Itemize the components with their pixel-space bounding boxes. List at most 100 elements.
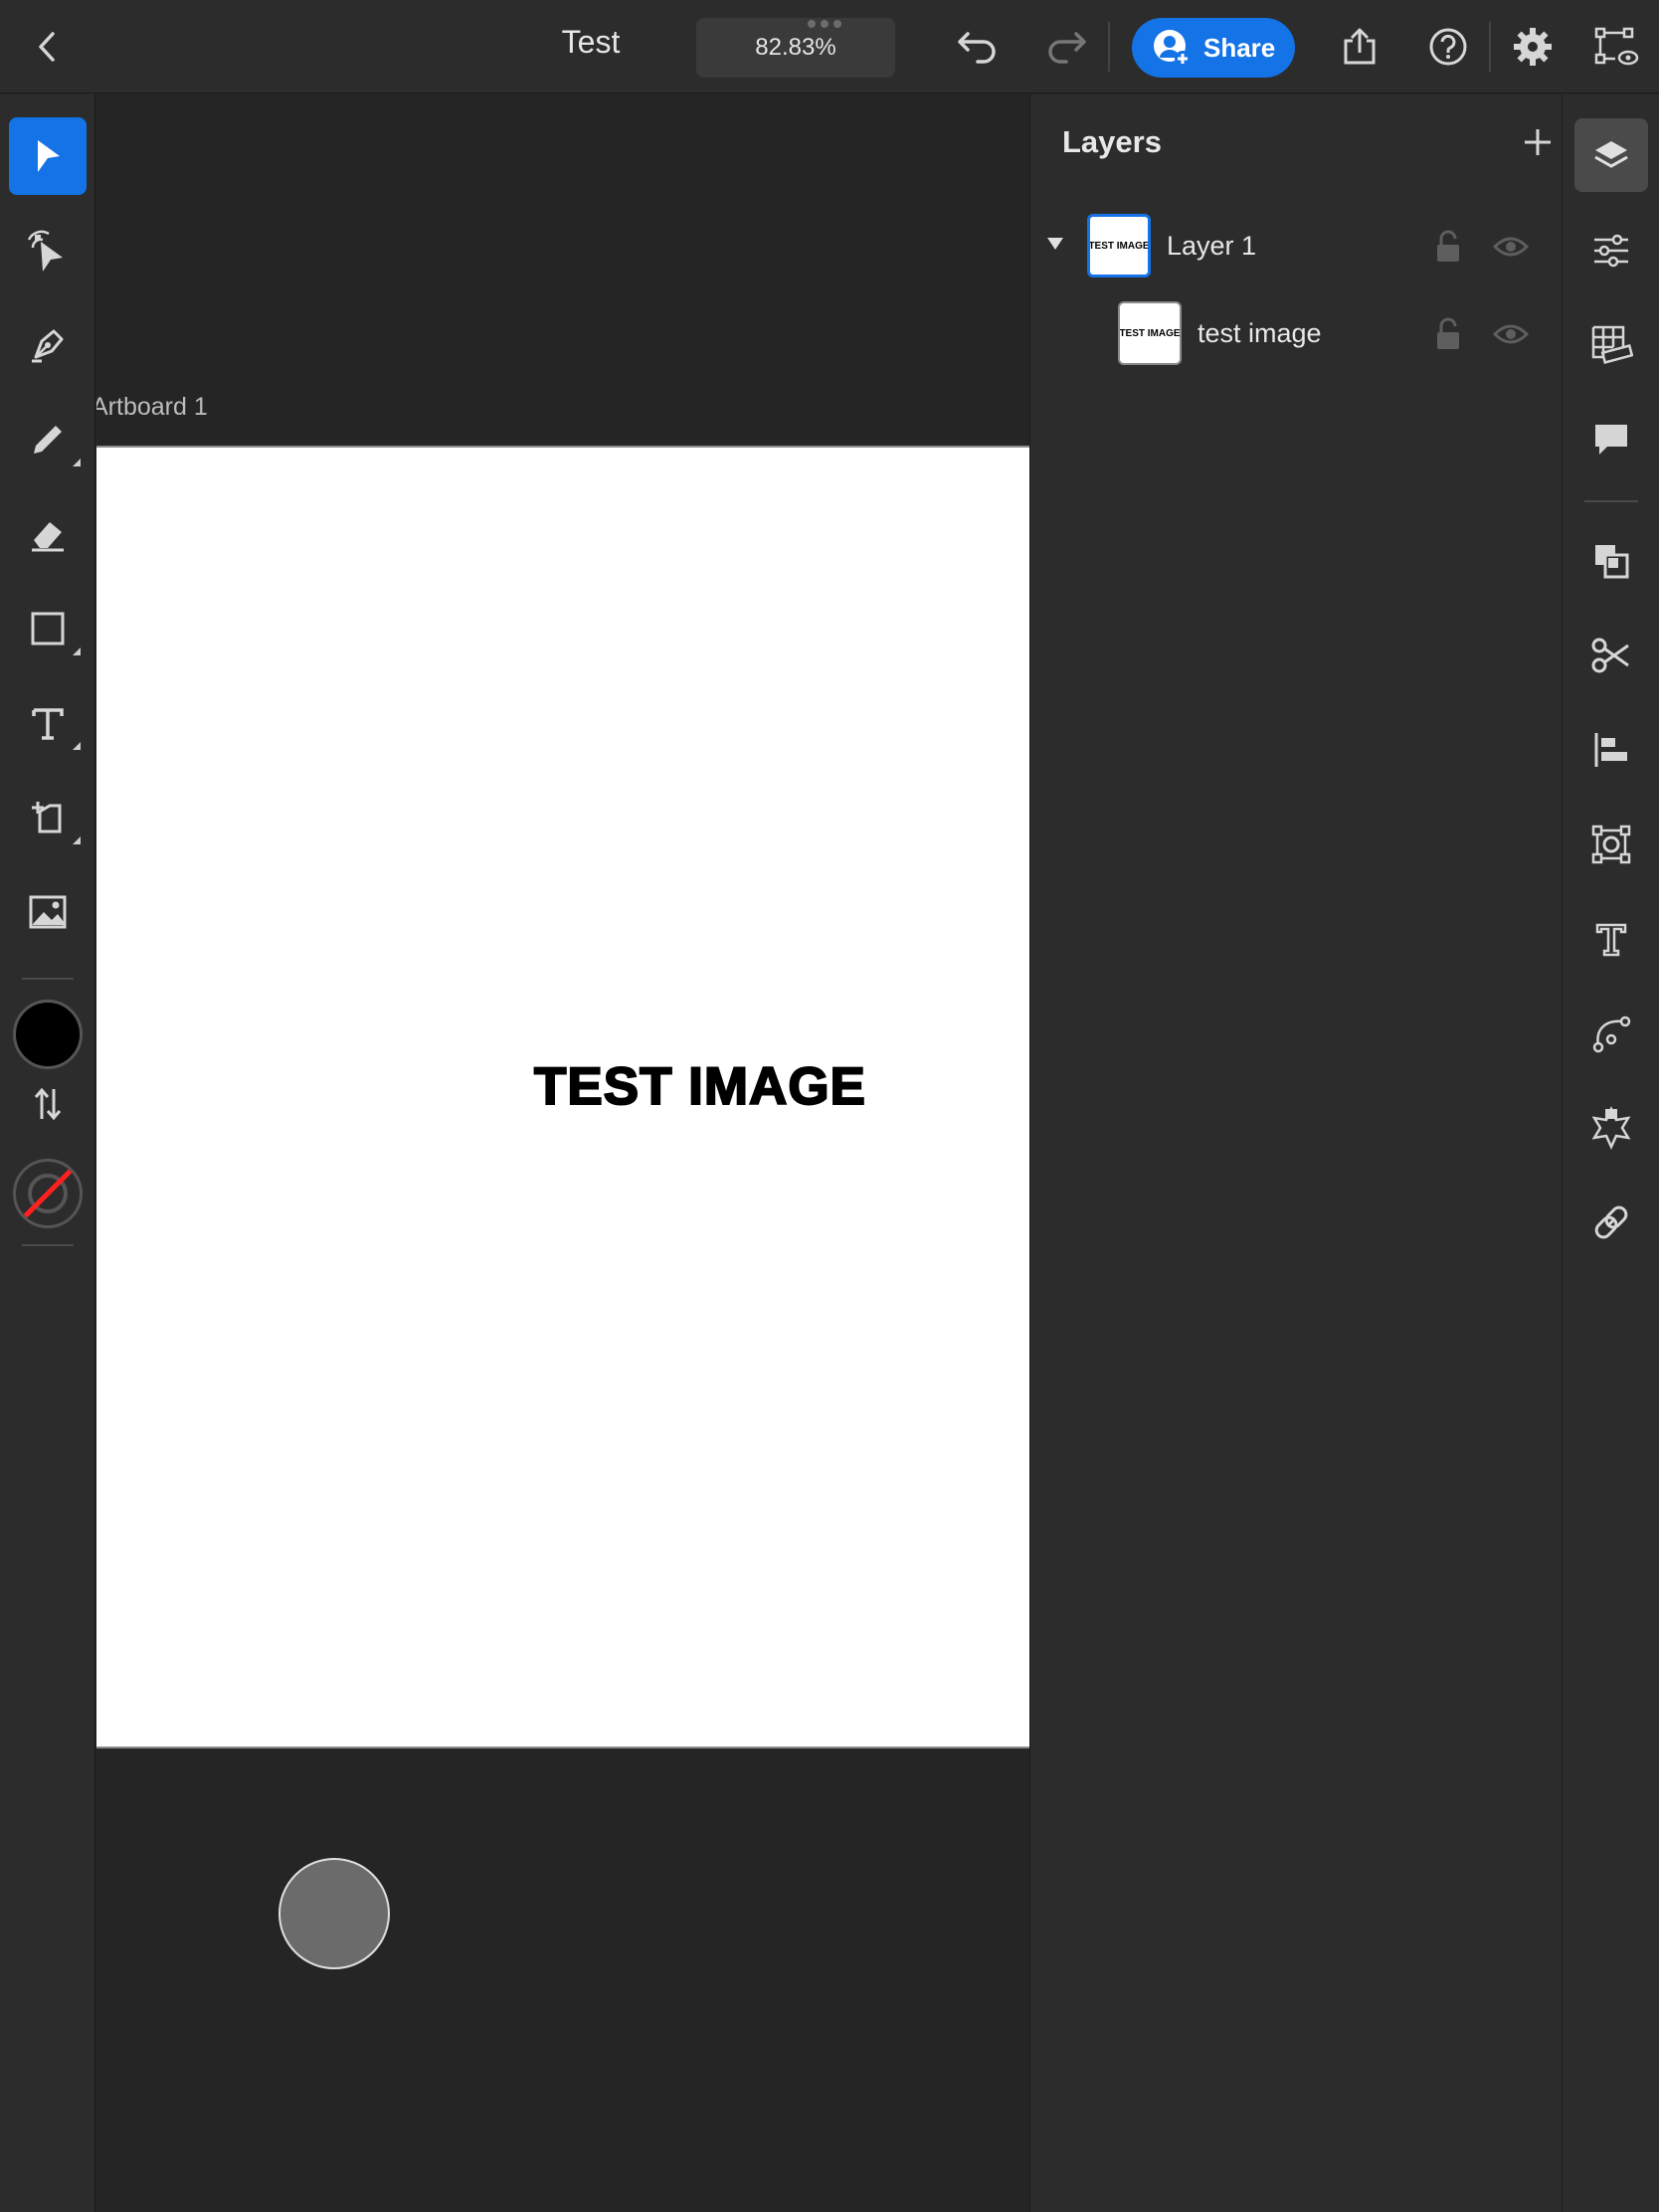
left-toolbar bbox=[0, 94, 95, 2212]
links-panel-button[interactable] bbox=[1574, 1186, 1648, 1259]
canvas-area[interactable]: Artboard 1 TEST IMAGE bbox=[96, 94, 1029, 2212]
redo-button[interactable] bbox=[1036, 17, 1096, 77]
path-panel-button[interactable] bbox=[1574, 997, 1648, 1070]
panel-title: Layers bbox=[1062, 124, 1162, 159]
layers-icon bbox=[1594, 141, 1628, 168]
document-title[interactable]: Test bbox=[517, 24, 664, 61]
layer-thumbnail: TEST IMAGE bbox=[1118, 301, 1182, 365]
settings-button[interactable] bbox=[1503, 17, 1563, 77]
no-stroke-icon bbox=[20, 1166, 76, 1221]
help-button[interactable] bbox=[1418, 17, 1478, 77]
eraser-icon bbox=[32, 522, 64, 552]
layer-row[interactable]: TEST IMAGE test image bbox=[1030, 298, 1563, 368]
fill-color-swatch[interactable] bbox=[13, 1000, 83, 1069]
type-tool[interactable] bbox=[9, 684, 87, 762]
eye-icon bbox=[1493, 324, 1529, 344]
layer-name[interactable]: Layer 1 bbox=[1167, 231, 1256, 262]
share-button[interactable]: Share bbox=[1132, 18, 1295, 78]
export-button[interactable] bbox=[1330, 17, 1389, 77]
arrow-pointer-icon bbox=[38, 140, 60, 172]
eraser-tool[interactable] bbox=[9, 495, 87, 573]
image-icon bbox=[29, 895, 67, 929]
properties-panel-button[interactable] bbox=[1574, 214, 1648, 287]
pen-tool[interactable] bbox=[9, 306, 87, 384]
scissors-icon bbox=[1591, 638, 1629, 673]
disclosure-triangle-icon[interactable] bbox=[1045, 236, 1065, 252]
submenu-indicator bbox=[73, 647, 81, 655]
zoom-level[interactable]: 82.83% bbox=[696, 18, 895, 78]
artboard-image-text[interactable]: TEST IMAGE bbox=[533, 1056, 866, 1117]
repeat-grid-button[interactable] bbox=[1574, 808, 1648, 881]
effects-panel-button[interactable] bbox=[1574, 1091, 1648, 1165]
toolbar-separator bbox=[22, 1244, 74, 1246]
submenu-indicator bbox=[73, 459, 81, 466]
align-left-icon bbox=[1594, 733, 1627, 767]
transform-icon bbox=[32, 802, 62, 833]
rectangle-tool[interactable] bbox=[9, 590, 87, 667]
visibility-toggle[interactable] bbox=[1493, 229, 1529, 265]
cut-panel-button[interactable] bbox=[1574, 619, 1648, 692]
layers-panel-button[interactable] bbox=[1574, 118, 1648, 192]
layer-name[interactable]: test image bbox=[1198, 318, 1322, 349]
toolbar-divider bbox=[1489, 22, 1491, 72]
back-button[interactable] bbox=[18, 17, 78, 77]
artboard-label[interactable]: Artboard 1 bbox=[96, 393, 208, 422]
submenu-indicator bbox=[73, 836, 81, 844]
visibility-toggle[interactable] bbox=[1493, 316, 1529, 352]
lock-toggle[interactable] bbox=[1430, 316, 1466, 352]
unlock-icon bbox=[1437, 230, 1459, 262]
direct-selection-icon bbox=[27, 230, 63, 272]
rail-separator bbox=[1584, 500, 1638, 502]
swap-arrows-icon bbox=[34, 1087, 62, 1121]
type-t-icon bbox=[32, 708, 64, 740]
redo-icon bbox=[1048, 32, 1086, 64]
path-view-icon bbox=[1594, 27, 1639, 66]
gear-icon bbox=[1514, 28, 1552, 66]
toolbar-divider bbox=[1108, 22, 1110, 72]
pencil-icon bbox=[34, 426, 62, 454]
arrange-icon bbox=[1595, 545, 1629, 579]
top-bar: Test 82.83% Share bbox=[0, 0, 1659, 93]
chevron-left-icon bbox=[39, 32, 55, 62]
selection-tool[interactable] bbox=[9, 117, 87, 195]
grabber-handle[interactable] bbox=[808, 20, 841, 28]
plus-icon bbox=[1525, 129, 1551, 155]
speech-bubble-icon bbox=[1595, 425, 1627, 455]
sliders-icon bbox=[1594, 234, 1628, 268]
text-style-icon bbox=[1595, 923, 1627, 957]
help-icon bbox=[1429, 28, 1467, 66]
add-user-icon bbox=[1154, 30, 1191, 67]
arrange-panel-button[interactable] bbox=[1574, 524, 1648, 598]
image-tool[interactable] bbox=[9, 873, 87, 951]
pen-nib-icon bbox=[32, 329, 64, 363]
pencil-tool[interactable] bbox=[9, 401, 87, 478]
unlock-icon bbox=[1437, 317, 1459, 349]
rectangle-icon bbox=[31, 612, 65, 645]
undo-button[interactable] bbox=[948, 17, 1008, 77]
swap-colors-button[interactable] bbox=[9, 1074, 87, 1134]
share-label: Share bbox=[1203, 32, 1276, 63]
glyphs-panel-button[interactable] bbox=[1574, 902, 1648, 976]
right-rail bbox=[1562, 94, 1659, 2212]
comments-panel-button[interactable] bbox=[1574, 403, 1648, 476]
layer-thumbnail: TEST IMAGE bbox=[1087, 214, 1151, 277]
submenu-indicator bbox=[73, 742, 81, 750]
link-icon bbox=[1594, 1205, 1628, 1239]
effects-star-icon bbox=[1591, 1106, 1631, 1150]
layer-row[interactable]: TEST IMAGE Layer 1 bbox=[1030, 211, 1563, 280]
artboard[interactable]: TEST IMAGE bbox=[96, 446, 1029, 1749]
layer-thumbnail-text: TEST IMAGE bbox=[1088, 240, 1150, 252]
export-icon bbox=[1344, 28, 1376, 65]
transform-tool[interactable] bbox=[9, 779, 87, 856]
grid-panel-button[interactable] bbox=[1574, 308, 1648, 382]
lock-toggle[interactable] bbox=[1430, 229, 1466, 265]
add-layer-button[interactable] bbox=[1518, 122, 1558, 162]
direct-selection-tool[interactable] bbox=[9, 212, 87, 289]
align-panel-button[interactable] bbox=[1574, 713, 1648, 787]
grid-ruler-icon bbox=[1591, 325, 1633, 364]
stroke-color-swatch[interactable] bbox=[13, 1159, 83, 1228]
undo-icon bbox=[958, 32, 996, 64]
touch-shortcut-button[interactable] bbox=[278, 1858, 390, 1969]
app-window: Test 82.83% Share Artboard 1 TEST IMAGE … bbox=[0, 0, 1659, 2212]
path-view-button[interactable] bbox=[1586, 17, 1646, 77]
